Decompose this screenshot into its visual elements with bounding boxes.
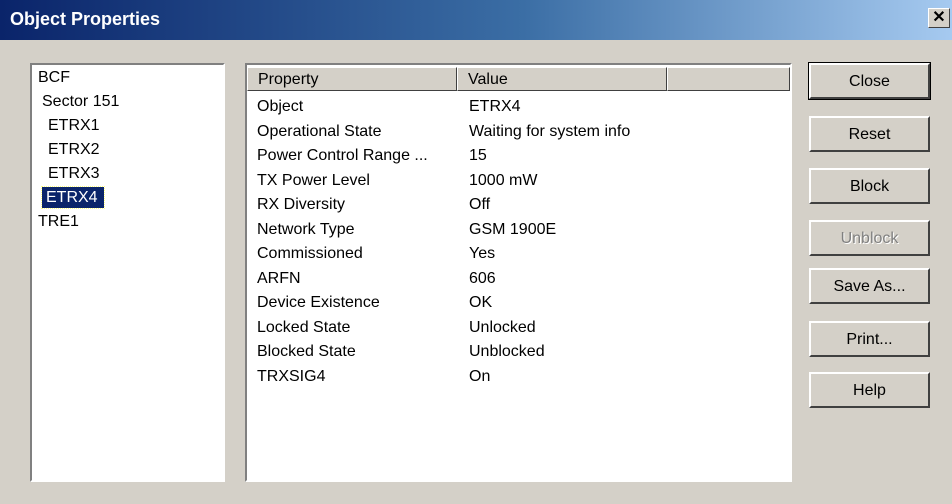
column-header-empty bbox=[667, 67, 790, 91]
property-cell: Power Control Range ... bbox=[257, 147, 428, 164]
table-row[interactable]: TX Power Level 1000 mW bbox=[249, 169, 789, 193]
object-properties-dialog: Object Properties ✕ BCF Sector 151 ETRX1 ET… bbox=[0, 0, 952, 504]
tree-item[interactable]: ETRX3 bbox=[48, 163, 100, 184]
table-row[interactable]: Commissioned Yes bbox=[249, 242, 789, 266]
property-cell: Device Existence bbox=[257, 294, 380, 311]
column-header-property[interactable]: Property bbox=[247, 67, 457, 91]
window-title: Object Properties bbox=[10, 9, 161, 29]
value-cell: Unlocked bbox=[469, 318, 536, 336]
tree-item[interactable]: Sector 151 bbox=[42, 91, 119, 112]
property-cell: Operational State bbox=[257, 122, 382, 140]
close-window-icon[interactable]: ✕ bbox=[928, 8, 950, 28]
table-row[interactable]: Network Type GSM 1900E bbox=[249, 218, 789, 242]
tree-item[interactable]: TRE1 bbox=[38, 211, 79, 232]
tree-item[interactable]: ETRX1 bbox=[48, 115, 100, 136]
help-button[interactable]: Help bbox=[809, 372, 930, 408]
value-cell: 15 bbox=[469, 147, 487, 164]
value-cell: Yes bbox=[469, 245, 496, 262]
property-cell: Blocked State bbox=[257, 343, 356, 360]
value-cell: GSM 1900E bbox=[469, 220, 557, 238]
value-cell: Unblocked bbox=[469, 343, 545, 360]
table-row[interactable]: ARFN 606 bbox=[249, 267, 789, 291]
value-cell: ETRX4 bbox=[469, 98, 521, 115]
table-row[interactable]: Locked State Unlocked bbox=[249, 316, 789, 340]
block-button[interactable]: Block bbox=[809, 168, 930, 204]
close-button[interactable]: Close bbox=[808, 62, 931, 100]
property-cell: Object bbox=[257, 98, 304, 115]
tree-item[interactable]: ETRX2 bbox=[48, 139, 100, 160]
property-cell: Locked State bbox=[257, 318, 351, 336]
save-as-button[interactable]: Save As... bbox=[809, 268, 930, 304]
property-cell: TRXSIG4 bbox=[257, 367, 326, 385]
unblock-button: Unblock bbox=[809, 220, 930, 256]
column-header-value[interactable]: Value bbox=[457, 67, 667, 91]
value-cell: OK bbox=[469, 294, 493, 311]
table-row[interactable]: Device Existence OK bbox=[249, 291, 789, 315]
value-cell: Off bbox=[469, 196, 491, 213]
print-button[interactable]: Print... bbox=[809, 321, 930, 357]
reset-button[interactable]: Reset bbox=[809, 116, 930, 152]
table-row[interactable]: Object ETRX4 bbox=[249, 95, 789, 119]
tree-item[interactable]: ETRX4 bbox=[41, 186, 105, 209]
properties-list[interactable]: Property Value Object ETRX4 Operational St… bbox=[245, 63, 792, 482]
value-cell: 1000 mW bbox=[469, 171, 538, 189]
title-bar: Object Properties ✕ bbox=[0, 0, 952, 40]
value-cell: Waiting for system info bbox=[469, 122, 631, 140]
table-row[interactable]: TRXSIG4 On bbox=[249, 365, 789, 389]
object-tree[interactable]: BCF Sector 151 ETRX1 ETRX2 ETRX3 ETRX4 TRE1 bbox=[30, 63, 225, 482]
property-cell: ARFN bbox=[257, 269, 301, 287]
property-cell: Network Type bbox=[257, 220, 355, 238]
table-row[interactable]: RX Diversity Off bbox=[249, 193, 789, 217]
property-cell: RX Diversity bbox=[257, 196, 346, 213]
property-cell: TX Power Level bbox=[257, 171, 370, 189]
tree-item[interactable]: BCF bbox=[38, 67, 70, 88]
property-cell: Commissioned bbox=[257, 245, 363, 262]
table-row[interactable]: Blocked State Unblocked bbox=[249, 340, 789, 364]
value-cell: On bbox=[469, 367, 491, 385]
table-row[interactable]: Operational State Waiting for system info bbox=[249, 120, 789, 144]
value-cell: 606 bbox=[469, 269, 496, 287]
table-row[interactable]: Power Control Range ... 15 bbox=[249, 144, 789, 168]
